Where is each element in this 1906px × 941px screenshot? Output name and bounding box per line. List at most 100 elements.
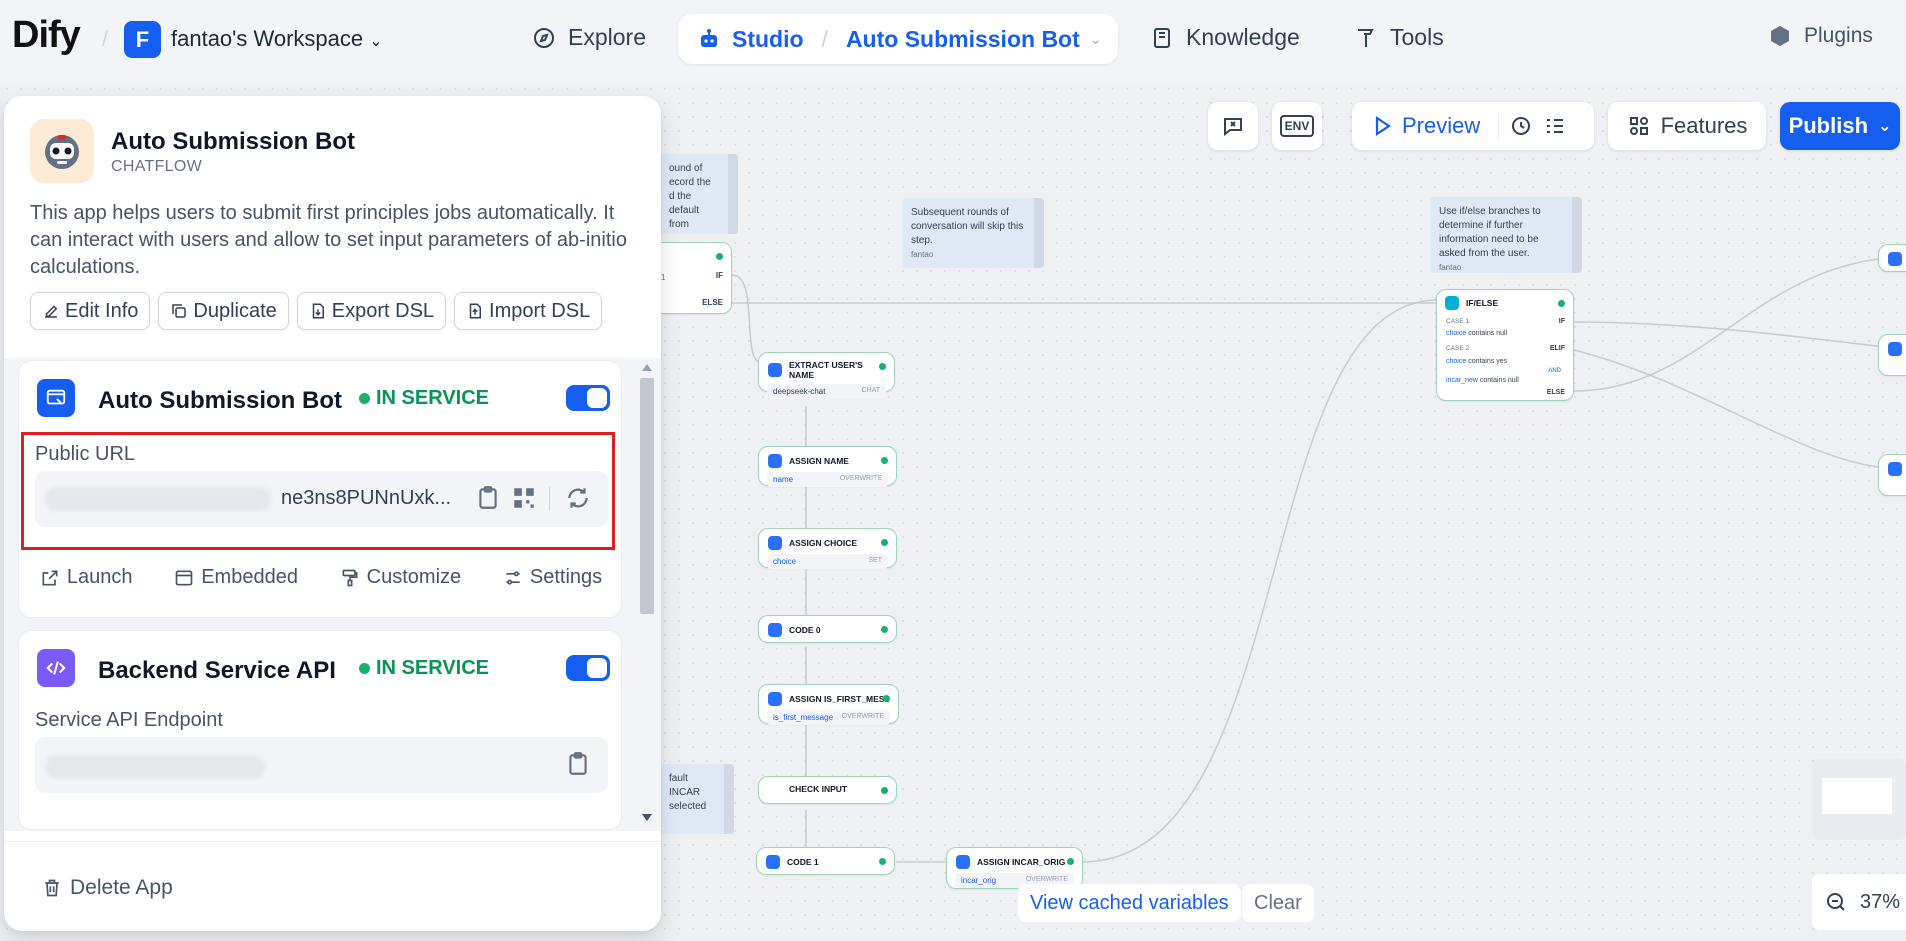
nav-knowledge[interactable]: Knowledge: [1150, 24, 1300, 51]
api-endpoint-field[interactable]: [35, 737, 608, 793]
scroll-up-arrow[interactable]: [642, 364, 652, 371]
note-skip-step[interactable]: Subsequent rounds of conversation will s…: [902, 198, 1044, 268]
nav-tools[interactable]: Tools: [1354, 24, 1444, 51]
api-service-toggle[interactable]: [566, 655, 610, 681]
minimap[interactable]: [1812, 758, 1906, 840]
node-icon: [1888, 252, 1902, 266]
node-partial[interactable]: [1878, 454, 1906, 496]
window-icon: [175, 570, 193, 585]
view-cached-variables-button[interactable]: View cached variables: [1018, 884, 1241, 922]
zoom-control[interactable]: 37%: [1812, 874, 1906, 930]
note-text: ound of ecord the d the default from: [669, 163, 711, 230]
publish-label: Publish: [1788, 113, 1869, 138]
clipboard-icon[interactable]: [475, 485, 501, 511]
preview-group: Preview: [1352, 102, 1594, 150]
node-assign-name[interactable]: ASSIGN NAME name OVERWRITE: [758, 446, 897, 487]
env-variables-button[interactable]: ENV: [1272, 102, 1322, 150]
compass-icon: [534, 27, 554, 48]
duplicate-button[interactable]: Duplicate: [158, 292, 289, 330]
note-greeting[interactable]: ound of ecord the d the default from: [660, 154, 738, 234]
node-partial[interactable]: [1878, 244, 1906, 272]
clipboard-icon[interactable]: [565, 751, 591, 777]
variable-name: name: [773, 475, 794, 484]
assign-icon: [768, 692, 782, 706]
note-incar[interactable]: fault INCAR selected: [660, 764, 734, 834]
edit-info-button[interactable]: Edit Info: [30, 292, 151, 330]
node-partial[interactable]: [1878, 334, 1906, 376]
nav-studio-label: Studio: [732, 25, 804, 52]
condition-variable: incar_new: [1446, 377, 1478, 384]
features-icon: [1629, 117, 1648, 135]
publish-button[interactable]: Publish ⌄: [1780, 102, 1900, 150]
node-if-else[interactable]: IF/ELSE CASE 1 IF choice contains null C…: [1436, 289, 1574, 401]
public-url-label: Public URL: [35, 443, 136, 465]
node-assign-choice[interactable]: ASSIGN CHOICE choice SET: [758, 528, 897, 569]
checklist-icon[interactable]: [1543, 114, 1567, 138]
checklist-button[interactable]: [1208, 102, 1258, 150]
status-dot: [359, 393, 370, 404]
workspace-name: fantao's Workspace: [171, 26, 364, 51]
preview-button[interactable]: Preview: [1370, 113, 1480, 139]
case-1-label: CASE 1: [1446, 318, 1470, 325]
note-ifelse[interactable]: Use if/else branches to determine if fur…: [1430, 197, 1582, 273]
delete-app-label: Delete App: [70, 876, 173, 899]
launch-button[interactable]: Launch: [40, 566, 132, 589]
scroll-down-arrow[interactable]: [642, 814, 652, 821]
success-status-icon: [883, 695, 890, 702]
embedded-button[interactable]: Embedded: [174, 566, 298, 589]
node-title: CODE 0: [789, 625, 821, 635]
export-dsl-button[interactable]: Export DSL: [296, 292, 447, 330]
paint-roller-icon: [342, 569, 358, 586]
panel-footer: Delete App: [4, 841, 661, 931]
service-cards-scroll[interactable]: Auto Submission Bot IN SERVICE Public UR…: [4, 358, 661, 831]
file-upload-icon: [469, 303, 482, 319]
node-code-0[interactable]: CODE 0: [758, 615, 897, 643]
import-dsl-button[interactable]: Import DSL: [454, 292, 603, 330]
workspace-avatar[interactable]: F: [124, 21, 161, 58]
operation-tag: OVERWRITE: [839, 475, 882, 482]
export-dsl-label: Export DSL: [331, 299, 435, 322]
api-icon: [37, 649, 75, 687]
webapp-service-toggle[interactable]: [566, 385, 610, 411]
chevron-down-icon[interactable]: ⌄: [1090, 31, 1102, 48]
operation-tag: OVERWRITE: [841, 713, 884, 720]
node-assign-incar-orig[interactable]: ASSIGN INCAR_ORIG incar_orig OVERWRITE: [946, 847, 1083, 889]
nav-explore[interactable]: Explore: [532, 24, 646, 51]
features-button[interactable]: Features: [1608, 102, 1766, 150]
node-extract-name[interactable]: EXTRACT USER'S NAME deepseek-chat CHAT: [758, 352, 895, 399]
branch-icon: [1445, 296, 1459, 310]
current-app-name[interactable]: Auto Submission Bot: [846, 26, 1080, 53]
node-title: CHECK INPUT: [789, 784, 848, 794]
model-name: deepseek-chat: [773, 387, 826, 396]
nav-plugins[interactable]: Plugins: [1768, 24, 1873, 48]
run-history-icon[interactable]: [1509, 114, 1533, 138]
node-assign-first-message[interactable]: ASSIGN IS_FIRST_MESSAG is_first_message O…: [758, 684, 899, 725]
workspace-switcher[interactable]: fantao's Workspace ⌄: [171, 26, 383, 52]
top-navigation: Dify / F fantao's Workspace ⌄ Explore St…: [0, 0, 1906, 78]
public-url-field[interactable]: ne3ns8PUNnUxk...: [35, 471, 608, 527]
zoom-out-icon[interactable]: [1824, 890, 1848, 914]
condition-operator: contains null: [1479, 377, 1519, 384]
app-avatar: [30, 119, 94, 183]
node-code-1[interactable]: CODE 1: [756, 847, 895, 875]
note-text: Use if/else branches to determine if fur…: [1439, 206, 1541, 259]
node-title: ASSIGN INCAR_ORIG: [977, 857, 1066, 867]
dify-logo[interactable]: Dify: [12, 14, 81, 57]
success-status-icon: [879, 858, 886, 865]
sliders-icon: [506, 570, 520, 585]
refresh-icon[interactable]: [565, 485, 591, 511]
clear-button[interactable]: Clear: [1242, 884, 1314, 922]
delete-app-button[interactable]: Delete App: [42, 876, 173, 900]
book-icon: [1154, 27, 1170, 48]
panel-scrollbar[interactable]: [638, 358, 656, 831]
qr-code-icon[interactable]: [511, 485, 537, 511]
nav-studio[interactable]: Studio / Auto Submission Bot ⌄: [678, 14, 1118, 64]
customize-button[interactable]: Customize: [340, 566, 461, 589]
settings-button[interactable]: Settings: [503, 566, 602, 589]
clear-label: Clear: [1254, 891, 1302, 914]
nav-plugins-label: Plugins: [1804, 24, 1873, 47]
node-check-input[interactable]: CHECK INPUT: [758, 776, 897, 804]
condition-operator: contains null: [1468, 330, 1508, 337]
scrollbar-thumb[interactable]: [640, 378, 654, 614]
note-author: fantao: [911, 250, 934, 259]
